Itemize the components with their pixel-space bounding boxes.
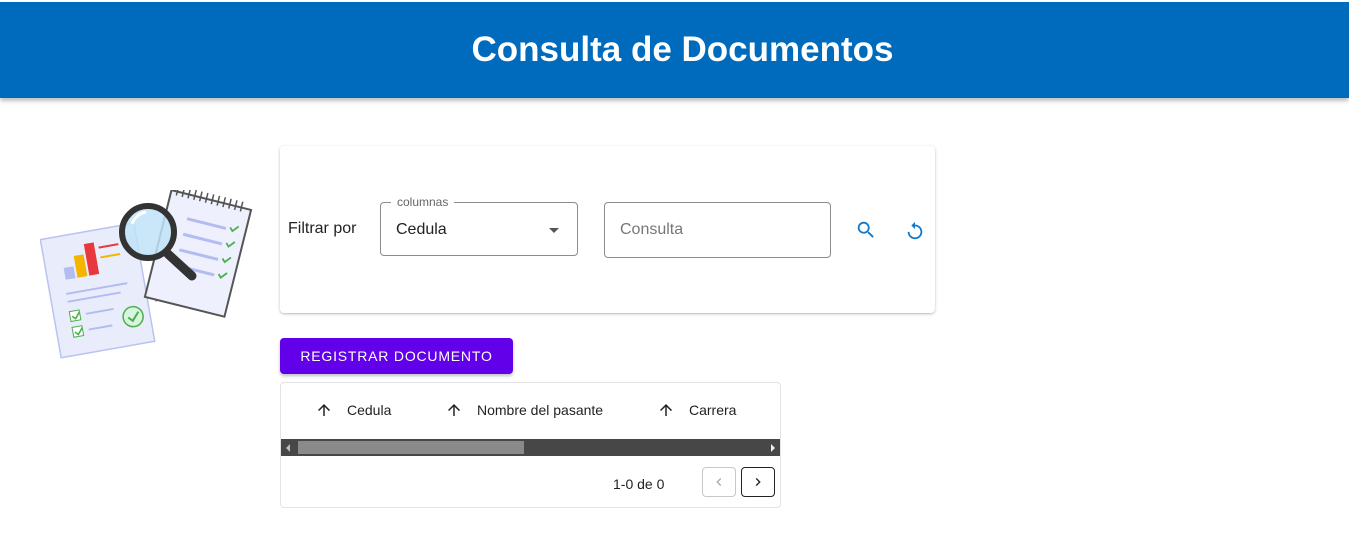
pagination-info: 1-0 de 0 (613, 476, 665, 492)
scroll-thumb[interactable] (298, 441, 524, 454)
scroll-right-icon[interactable] (771, 444, 775, 452)
column-header-label: Cedula (347, 402, 392, 418)
column-header-cedula[interactable]: Cedula (315, 401, 391, 419)
filter-label: Filtrar por (288, 220, 357, 237)
next-page-button[interactable] (741, 467, 775, 497)
column-header-label: Nombre del pasante (477, 402, 604, 418)
query-input[interactable] (604, 202, 831, 258)
chevron-right-icon (755, 478, 761, 486)
column-header-nombre[interactable]: Nombre del pasante (445, 401, 603, 419)
column-select-value: Cedula (396, 221, 447, 238)
column-header-carrera[interactable]: Carrera (657, 401, 736, 419)
column-select[interactable]: columnas Cedula (380, 195, 578, 256)
previous-page-button[interactable] (702, 467, 736, 497)
column-header-label: Carrera (689, 402, 737, 418)
arrow-up-icon (445, 401, 463, 419)
chevron-left-icon (716, 478, 722, 486)
filter-card: Filtrar por columnas Cedula (280, 146, 935, 313)
refresh-icon (907, 221, 923, 240)
scroll-left-icon[interactable] (286, 444, 290, 452)
documents-table: Cedula Nombre del pasante Carrera 1-0 de… (280, 382, 781, 508)
search-button[interactable] (853, 217, 879, 243)
register-document-button[interactable]: REGISTRAR DOCUMENTO (280, 338, 513, 374)
reset-button[interactable] (902, 218, 928, 244)
app-header: Consulta de Documentos (0, 2, 1349, 98)
arrow-up-icon (657, 401, 675, 419)
horizontal-scrollbar[interactable] (281, 439, 780, 456)
search-icon (857, 221, 874, 238)
page-title: Consulta de Documentos (471, 30, 894, 69)
column-select-legend: columnas (391, 195, 455, 209)
caret-down-icon (549, 228, 559, 233)
arrow-up-icon (315, 401, 333, 419)
document-analysis-illustration (40, 190, 253, 359)
